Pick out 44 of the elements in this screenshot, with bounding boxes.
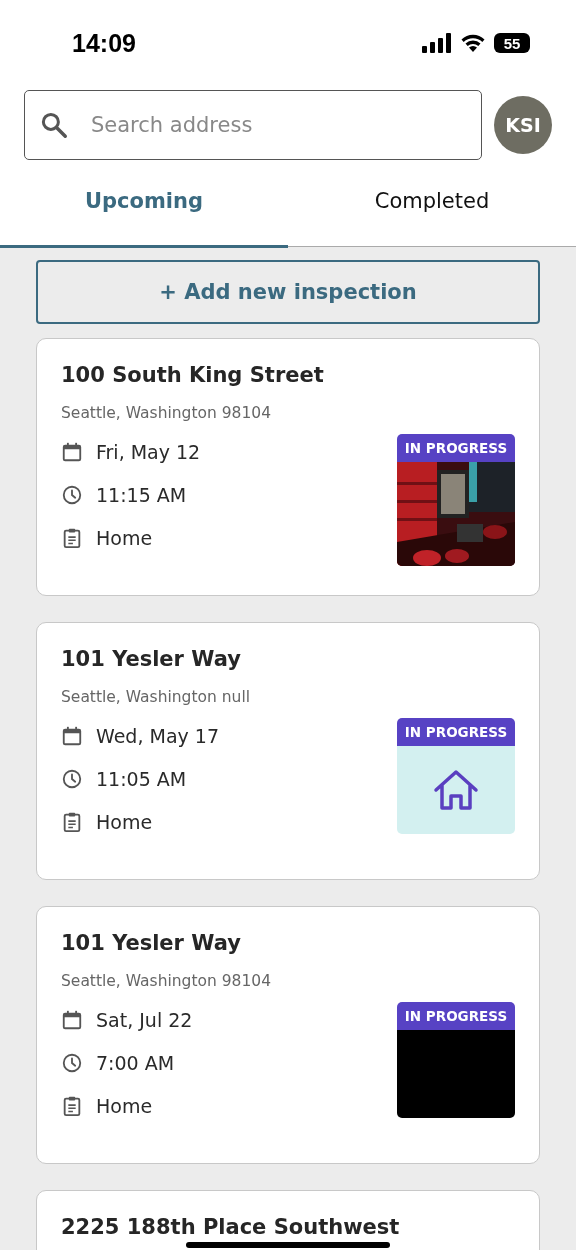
status-badge: IN PROGRESS [397,718,515,746]
avatar[interactable]: KSI [494,96,552,154]
clipboard-icon [61,1095,83,1117]
street-address: 101 Yesler Way [61,931,242,955]
search-icon [39,110,69,140]
calendar-icon [61,1009,83,1031]
status-badge: IN PROGRESS [397,434,515,462]
street-address: 2225 188th Place Southwest [61,1215,401,1239]
search-field[interactable]: Search address [89,112,467,138]
inspection-card[interactable]: 100 South King Street Seattle, Washington 98104 Fri, May 12 11:15 AM Home IN PROGRESS [36,338,540,596]
type-text: Home [96,1095,153,1117]
date-text: Wed, May 17 [96,725,219,747]
type-text: Home [96,527,153,549]
search-bar[interactable]: Search address [24,90,482,160]
city-line: Seattle, Washington 98104 [61,972,273,990]
status-time: 14:09 [72,28,136,58]
time-text: 11:05 AM [96,768,187,790]
date-text: Sat, Jul 22 [96,1009,193,1031]
time-text: 7:00 AM [96,1052,175,1074]
battery-icon: 55 [494,33,530,53]
calendar-icon [61,725,83,747]
tab[interactable]: Upcoming [0,162,288,248]
add-inspection-button[interactable]: + Add new inspection [36,260,540,324]
inspection-card[interactable]: 2225 188th Place Southwest [36,1190,540,1250]
tab[interactable]: Completed [288,162,576,248]
wifi-icon [460,33,486,53]
inspection-card[interactable]: 101 Yesler Way Seattle, Washington 98104 Sat, Jul 22 7:00 AM Home IN PROGRESS [36,906,540,1164]
clock-icon [61,1052,83,1074]
clock-icon [61,484,83,506]
house-icon [432,768,480,812]
calendar-icon [61,441,83,463]
clipboard-icon [61,527,83,549]
clipboard-icon [61,811,83,833]
status-badge: IN PROGRESS [397,1002,515,1030]
city-line: Seattle, Washington null [61,688,251,706]
street-address: 100 South King Street [61,363,325,387]
inspection-card[interactable]: 101 Yesler Way Seattle, Washington null Wed, May 17 11:05 AM Home IN PROGRESS [36,622,540,880]
city-line: Seattle, Washington 98104 [61,404,273,422]
clock-icon [61,768,83,790]
time-text: 11:15 AM [96,484,187,506]
signal-icon [422,33,452,53]
street-address: 101 Yesler Way [61,647,242,671]
date-text: Fri, May 12 [96,441,201,463]
type-text: Home [96,811,153,833]
